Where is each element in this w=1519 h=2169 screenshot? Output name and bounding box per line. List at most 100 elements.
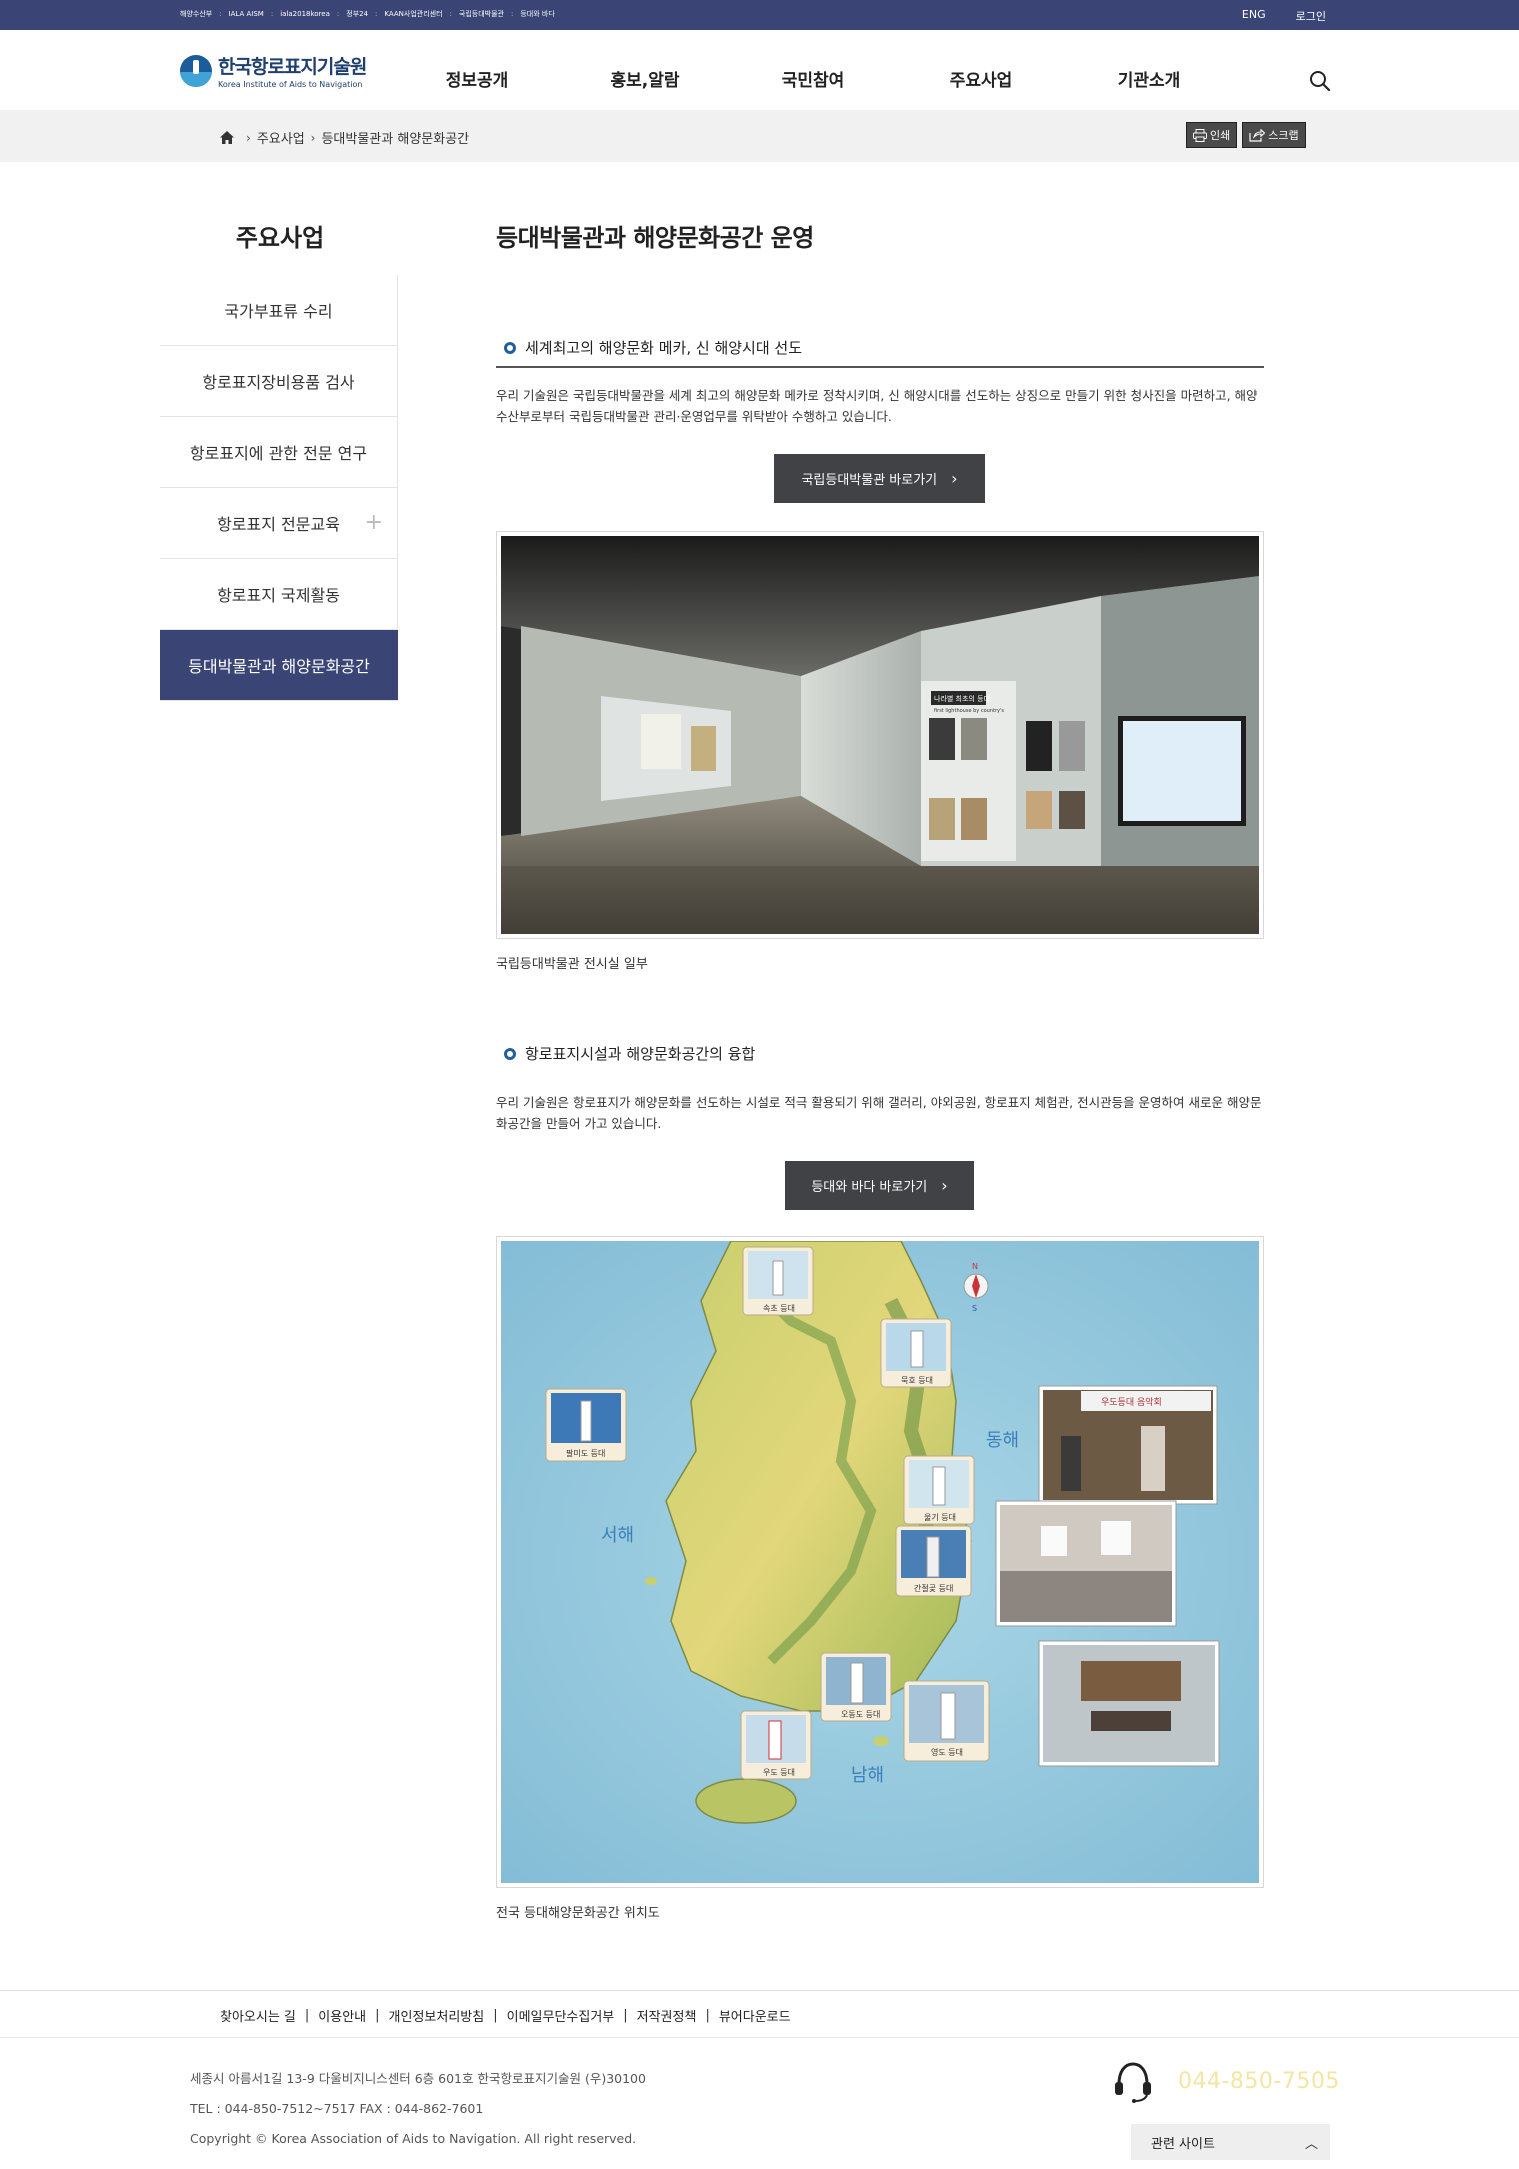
- sidebar-menu: 국가부표류 수리 항로표지장비용품 검사 항로표지에 관한 전문 연구 항로표지…: [160, 275, 398, 701]
- scrap-button[interactable]: 스크랩: [1242, 122, 1306, 148]
- map-caption: 전국 등대해양문화공간 위치도: [496, 1906, 660, 1921]
- main-nav: 정보공개 홍보,알람 국민참여 주요사업 기관소개: [393, 66, 1233, 91]
- link-museum[interactable]: 국립등대박물관: [459, 9, 504, 19]
- location-bar: › 주요사업 › 등대박물관과 해양문화공간 인쇄 스크랩: [0, 110, 1519, 162]
- nav-item-business[interactable]: 주요사업: [897, 66, 1065, 91]
- logo-subtitle: Korea Institute of Aids to Navigation: [218, 80, 363, 89]
- bullet-icon: [504, 1047, 516, 1060]
- lighthouse-map: 동해 서해 남해 N S 속초 등대 묵호 등대 팔미도 등대 울기 등대 간절…: [496, 1236, 1264, 1888]
- svg-text:울기 등대: 울기 등대: [924, 1513, 956, 1522]
- related-sites-select[interactable]: 관련 사이트 ︿: [1131, 2124, 1330, 2160]
- header: 한국항로표지기술원 Korea Institute of Aids to Nav…: [0, 30, 1519, 110]
- chevron-right-icon: ›: [246, 130, 251, 145]
- page-title: 등대박물관과 해양문화공간 운영: [496, 224, 814, 252]
- lighthouse-yeongdo[interactable]: 영도 등대: [903, 1680, 990, 1762]
- nav-item-about[interactable]: 기관소개: [1065, 66, 1233, 91]
- compass-south: S: [972, 1304, 977, 1313]
- south-sea-label: 남해: [851, 1765, 884, 1786]
- bullet-icon: [504, 341, 516, 354]
- sidebar-item-museum[interactable]: 등대박물관과 해양문화공간: [160, 630, 398, 701]
- home-icon[interactable]: [220, 131, 234, 144]
- museum-exhibit-photo: 나라별 최초의 등대 first lighthouse by country's: [496, 531, 1264, 939]
- lighthouse-sea-link-button[interactable]: 등대와 바다 바로가기 ›: [785, 1161, 974, 1210]
- eng-link[interactable]: ENG: [1242, 8, 1266, 24]
- print-label: 인쇄: [1210, 129, 1231, 142]
- page-tools: 인쇄 스크랩: [1186, 122, 1306, 148]
- sidebar-item-research[interactable]: 항로표지에 관한 전문 연구: [160, 417, 398, 488]
- footer-copyright: Copyright © Korea Association of Aids to…: [190, 2131, 637, 2146]
- expand-plus-icon[interactable]: +: [365, 510, 383, 535]
- phone-number: 044-850-7505: [1178, 2068, 1340, 2094]
- section-heading-2: 항로표지시설과 해양문화공간의 융합: [496, 1043, 1264, 1064]
- nav-item-participation[interactable]: 국민참여: [729, 66, 897, 91]
- link-kaan[interactable]: KAAN사업관리센터: [384, 9, 442, 19]
- scrap-label: 스크랩: [1268, 129, 1299, 142]
- lighthouse-ulgi[interactable]: 울기 등대: [903, 1455, 975, 1525]
- link-iala[interactable]: IALA AISM: [229, 10, 264, 18]
- sidebar-item-buoy-repair[interactable]: 국가부표류 수리: [160, 275, 398, 346]
- exhibit-hall-image: 나라별 최초의 등대 first lighthouse by country's: [501, 536, 1259, 934]
- museum-link-button[interactable]: 국립등대박물관 바로가기 ›: [774, 454, 985, 503]
- svg-text:영도 등대: 영도 등대: [931, 1747, 963, 1757]
- print-button[interactable]: 인쇄: [1186, 122, 1238, 148]
- section-text-1: 우리 기술원은 국립등대박물관을 세계 최고의 해양문화 메카로 정착시키며, …: [496, 388, 1258, 424]
- footer-nav: 찾아오시는 길 | 이용안내 | 개인정보처리방침 | 이메일무단수집거부 | …: [0, 1990, 1519, 2038]
- korea-lighthouse-map-image: 동해 서해 남해 N S 속초 등대 묵호 등대 팔미도 등대 울기 등대 간절…: [501, 1240, 1259, 1883]
- logo-icon: [180, 54, 212, 87]
- share-icon: [1249, 128, 1266, 142]
- lighthouse-odongdo[interactable]: 오동도 등대: [820, 1652, 892, 1722]
- headset-icon: [1115, 2062, 1151, 2103]
- footer-info: 세종시 아름서1길 13-9 다울비지니스센터 6층 601호 한국항로표지기술…: [190, 2064, 646, 2154]
- breadcrumb-current: 등대박물관과 해양문화공간: [321, 132, 470, 147]
- east-sea-label: 동해: [986, 1430, 1019, 1451]
- link-lighthouse-sea[interactable]: 등대와 바다: [520, 9, 554, 19]
- panel-subtitle: first lighthouse by country's: [934, 708, 1004, 714]
- svg-text:우도 등대: 우도 등대: [763, 1768, 795, 1777]
- link-mof[interactable]: 해양수산부: [180, 9, 212, 19]
- lighthouse-ganjeolgot[interactable]: 간절곶 등대: [895, 1525, 972, 1597]
- footer-phone: 044-850-7505: [1110, 2058, 1340, 2104]
- lighthouse-palmido[interactable]: 팔미도 등대: [545, 1388, 627, 1462]
- sidebar-item-education[interactable]: 항로표지 전문교육 +: [160, 488, 398, 559]
- concert-photo: 우도등대 음악회: [1038, 1385, 1218, 1505]
- link-gov24[interactable]: 정부24: [346, 9, 368, 19]
- west-sea-label: 서해: [601, 1525, 634, 1546]
- login-link[interactable]: 로그인: [1296, 8, 1326, 24]
- svg-text:속초 등대: 속초 등대: [763, 1304, 795, 1313]
- chevron-right-icon: ›: [310, 130, 316, 145]
- site-logo[interactable]: 한국항로표지기술원 Korea Institute of Aids to Nav…: [180, 52, 367, 89]
- gallery-photo: [995, 1500, 1177, 1627]
- chevron-right-icon: ›: [941, 1176, 948, 1195]
- lighthouse-udo[interactable]: 우도 등대: [740, 1710, 812, 1780]
- family-site-links: 해양수산부 : IALA AISM : iala2018korea : 정부24…: [180, 9, 555, 19]
- section-text-2: 우리 기술원은 항로표지가 해양문화를 선도하는 시설로 적극 활용되기 위해 …: [496, 1095, 1262, 1131]
- lighthouse-sokcho[interactable]: 속초 등대: [742, 1246, 814, 1316]
- sidebar-item-international[interactable]: 항로표지 국제활동: [160, 559, 398, 630]
- breadcrumb-business[interactable]: 주요사업: [257, 128, 305, 147]
- panel-title: 나라별 최초의 등대: [934, 694, 990, 703]
- library-photo: [1038, 1640, 1220, 1767]
- footer-address: 세종시 아름서1길 13-9 다울비지니스센터 6층 601호 한국항로표지기술…: [190, 2071, 646, 2086]
- nav-item-pr[interactable]: 홍보,알람: [561, 66, 729, 91]
- footer-tel: TEL : 044-850-7512~7517 FAX : 044-862-76…: [190, 2101, 484, 2116]
- svg-text:팔미도 등대: 팔미도 등대: [566, 1448, 605, 1458]
- footer-link-privacy[interactable]: 개인정보처리방침: [389, 2006, 485, 2025]
- footer-link-guide[interactable]: 이용안내: [318, 2006, 366, 2025]
- exhibit-photo-caption: 국립등대박물관 전시실 일부: [496, 957, 648, 972]
- lighthouse-mukho[interactable]: 묵호 등대: [880, 1318, 952, 1388]
- search-icon[interactable]: [1308, 69, 1332, 93]
- compass-north: N: [972, 1262, 978, 1271]
- sidebar-item-equipment-inspection[interactable]: 항로표지장비용품 검사: [160, 346, 398, 417]
- link-iala2018[interactable]: iala2018korea: [280, 10, 330, 18]
- section-heading-1: 세계최고의 해양문화 메카, 신 해양시대 선도: [496, 337, 1264, 368]
- logo-title: 한국항로표지기술원: [218, 56, 367, 78]
- chevron-right-icon: ›: [951, 469, 958, 488]
- top-utility-bar: 해양수산부 : IALA AISM : iala2018korea : 정부24…: [0, 0, 1519, 30]
- footer-link-email-policy[interactable]: 이메일무단수집거부: [507, 2006, 615, 2025]
- footer-link-viewer[interactable]: 뷰어다운로드: [719, 2006, 791, 2025]
- footer-link-copyright-policy[interactable]: 저작권정책: [637, 2006, 697, 2025]
- nav-item-info[interactable]: 정보공개: [393, 66, 561, 91]
- svg-text:오동도 등대: 오동도 등대: [841, 1710, 880, 1719]
- footer-link-directions[interactable]: 찾아오시는 길: [220, 2006, 296, 2025]
- concert-banner-text: 우도등대 음악회: [1101, 1396, 1162, 1408]
